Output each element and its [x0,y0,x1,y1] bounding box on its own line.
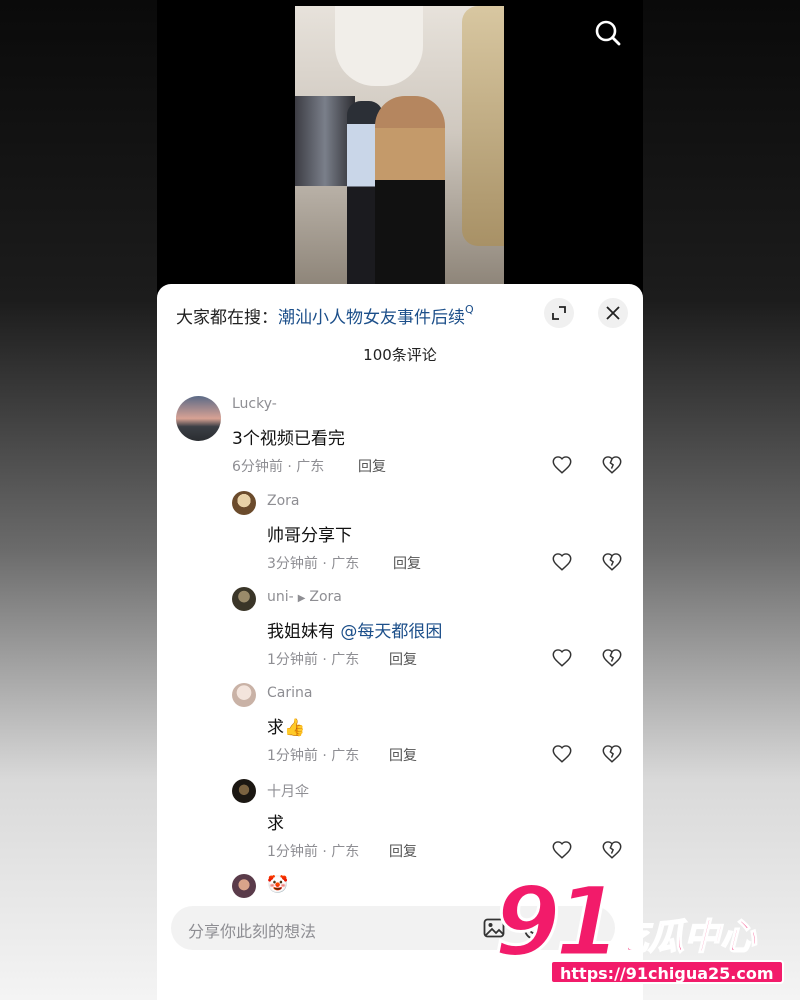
broken-heart-icon[interactable] [601,551,623,573]
video-scene-pillar [335,6,423,86]
comment-meta: 1分钟前 · 广东 [267,748,360,764]
broken-heart-icon[interactable] [601,839,623,861]
broken-heart-icon[interactable] [601,454,623,476]
comment-text-body: 我姐妹有 [267,622,335,642]
watermark-url: https://91chigua25.com [550,960,784,984]
comment-meta: 6分钟前 · 广东 [232,459,325,475]
comments-count: 100条评论 [363,346,437,364]
reply-button[interactable]: 回复 [393,553,421,573]
watermark-number: 91 [493,866,624,978]
expand-button[interactable] [544,298,574,328]
broken-heart-icon[interactable] [601,647,623,669]
video-scene-coat [462,6,504,246]
comment-author: uni- ▶ Zora [267,589,342,605]
avatar[interactable] [232,587,256,611]
heart-icon[interactable] [551,647,573,669]
heart-icon[interactable] [551,454,573,476]
avatar[interactable] [232,683,256,707]
watermark-brand: 吃瓜中心 [611,916,757,959]
video-scene-rack [295,96,355,186]
reply-button[interactable]: 回复 [389,745,417,765]
comment-text: 帅哥分享下 [267,526,352,546]
comment-text: 我姐妹有 @每天都很困 [267,617,442,642]
heart-icon[interactable] [551,743,573,765]
comment-text: 求👍 [267,718,306,738]
heart-icon[interactable] [551,839,573,861]
reply-arrow-icon: ▶ [297,593,306,604]
close-icon [606,306,620,320]
reply-target-name[interactable]: Zora [309,589,342,605]
trending-search[interactable]: 大家都在搜：潮汕小人物女友事件后续Q [176,303,474,328]
comment-text: 求 [267,814,284,834]
site-watermark: 91 吃瓜中心 https://91chigua25.com [493,866,794,992]
comment-item: uni- ▶ Zora 我姐妹有 @每天都很困 1分钟前 · 广东 回复 [157,587,643,683]
reply-button[interactable]: 回复 [389,841,417,861]
video-scene-woman [375,96,445,288]
comment-author[interactable]: 十月伞 [267,781,309,801]
comment-author-name[interactable]: uni- [267,589,294,605]
comment-author[interactable]: Carina [267,685,312,701]
search-icon[interactable] [591,16,625,50]
comment-author[interactable]: Lucky- [232,396,277,412]
comment-meta: 3分钟前 · 广东 [267,556,360,572]
comment-author[interactable]: Zora [267,493,300,509]
comment-item: Carina 求👍 1分钟前 · 广东 回复 [157,683,643,779]
avatar[interactable] [232,491,256,515]
avatar[interactable] [176,396,221,441]
comment-input-placeholder: 分享你此刻的想法 [188,922,317,941]
avatar[interactable] [232,874,256,898]
broken-heart-icon[interactable] [601,743,623,765]
comment-item: Lucky- 3个视频已看完 6分钟前 · 广东 回复 [157,396,643,492]
reply-button[interactable]: 回复 [389,649,417,669]
comment-text: 3个视频已看完 [232,429,345,449]
mention-link[interactable]: @每天都很困 [340,622,442,642]
trending-keyword[interactable]: 潮汕小人物女友事件后续 [278,308,465,328]
heart-icon[interactable] [551,551,573,573]
expand-icon [552,306,566,320]
trending-prefix: 大家都在搜： [176,308,278,328]
comment-author[interactable]: 🤡 [267,875,288,895]
reply-button[interactable]: 回复 [358,456,386,476]
comment-meta: 1分钟前 · 广东 [267,844,360,860]
video-player[interactable] [295,6,504,288]
comment-item: 十月伞 求 1分钟前 · 广东 回复 [157,779,643,875]
close-button[interactable] [598,298,628,328]
avatar[interactable] [232,779,256,803]
trending-search-mark: Q [465,303,474,316]
comment-meta: 1分钟前 · 广东 [267,652,360,668]
comment-item: Zora 帅哥分享下 3分钟前 · 广东 回复 [157,491,643,587]
